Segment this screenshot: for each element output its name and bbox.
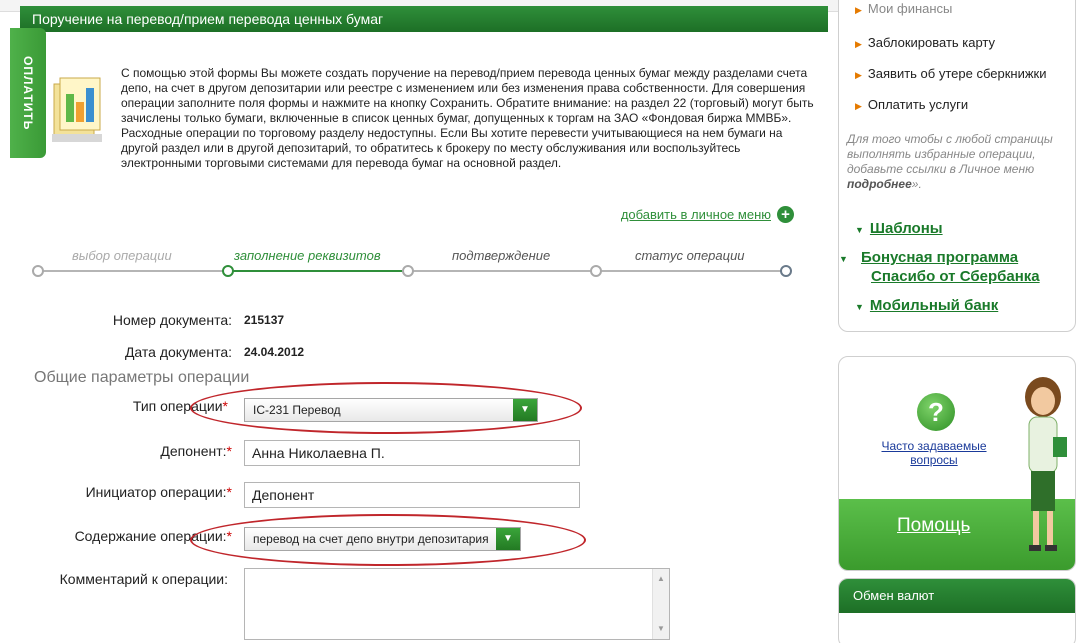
hint-text: Для того чтобы с любой страницы выполнят… bbox=[847, 132, 1053, 176]
personal-menu-hint: Для того чтобы с любой страницы выполнят… bbox=[847, 132, 1057, 192]
doc-number-label: Номер документа: bbox=[112, 312, 232, 328]
required-mark: * bbox=[226, 528, 232, 544]
sidebar-link-mobile-bank[interactable]: ▼ Мобильный банк bbox=[855, 297, 998, 316]
sidebar-item-label: Оплатить услуги bbox=[867, 97, 969, 112]
initiator-label-text: Инициатор операции: bbox=[85, 484, 227, 500]
triangle-down-icon: ▼ bbox=[855, 225, 864, 235]
sidebar-item-block-card[interactable]: ▶ Заблокировать карту bbox=[855, 35, 995, 50]
step-label-status: статус операции bbox=[635, 248, 745, 263]
bullet-icon: ▶ bbox=[855, 5, 862, 15]
doc-date-value: 24.04.2012 bbox=[244, 345, 305, 359]
main-content: Поручение на перевод/прием перевода ценн… bbox=[0, 0, 830, 643]
sidebar-link-label: Бонусная программа Спасибо от Сбербанка bbox=[861, 249, 1040, 285]
help-panel: ? Часто задаваемые вопросы Помощь bbox=[838, 356, 1076, 571]
sidebar-item-lost-passbook[interactable]: ▶ Заявить об утере сберкнижки bbox=[855, 66, 1046, 81]
step-line bbox=[408, 270, 596, 272]
step-dot bbox=[222, 265, 234, 277]
progress-steps: выбор операции заполнение реквизитов под… bbox=[32, 248, 792, 278]
section-title: Общие параметры операции bbox=[34, 369, 250, 386]
doc-date-label: Дата документа: bbox=[124, 344, 232, 360]
currency-exchange-title: Обмен валют bbox=[839, 579, 1075, 613]
page-title: Поручение на перевод/прием перевода ценн… bbox=[20, 6, 828, 32]
step-line bbox=[228, 270, 408, 272]
content-select[interactable]: перевод на счет депо внутри депозитария … bbox=[244, 527, 521, 551]
faq-link[interactable]: Часто задаваемые вопросы bbox=[869, 439, 999, 467]
triangle-down-icon: ▼ bbox=[855, 302, 864, 312]
step-line bbox=[596, 270, 784, 272]
chevron-down-icon[interactable]: ▼ bbox=[496, 528, 520, 550]
comment-textarea[interactable]: ▲ ▼ bbox=[244, 568, 670, 640]
depositor-input[interactable]: Анна Николаевна П. bbox=[244, 440, 580, 466]
intro-text: С помощью этой формы Вы можете создать п… bbox=[121, 66, 814, 170]
documents-illustration-icon bbox=[52, 77, 102, 142]
sidebar-item-my-finances[interactable]: ▶ Мои финансы bbox=[855, 1, 952, 16]
required-mark: * bbox=[226, 443, 232, 459]
step-dot bbox=[780, 265, 792, 277]
sidebar-item-pay-services[interactable]: ▶ Оплатить услуги bbox=[855, 97, 968, 112]
step-dot bbox=[32, 265, 44, 277]
question-icon[interactable]: ? bbox=[917, 393, 955, 431]
right-sidebar: ▶ Мои финансы ▶ Заблокировать карту ▶ Заяви… bbox=[838, 0, 1076, 643]
content-value: перевод на счет депо внутри депозитария bbox=[253, 532, 489, 546]
sidebar-link-bonus[interactable]: ▼ Бонусная программа Спасибо от Сбербанка bbox=[839, 249, 1055, 286]
step-label-confirm: подтверждение bbox=[452, 248, 551, 263]
pay-side-tab-label: ОПЛАТИТЬ bbox=[21, 55, 35, 131]
required-mark: * bbox=[226, 484, 232, 500]
depositor-label-text: Депонент: bbox=[160, 443, 227, 459]
operation-type-label-text: Тип операции bbox=[132, 398, 223, 414]
plus-icon: + bbox=[777, 206, 794, 223]
help-link[interactable]: Помощь bbox=[897, 515, 970, 537]
add-to-personal-menu-link[interactable]: добавить в личное меню + bbox=[621, 206, 794, 223]
step-line bbox=[38, 270, 228, 272]
sidebar-item-label: Мои финансы bbox=[867, 1, 953, 16]
operation-type-value: IC-231 Перевод bbox=[253, 403, 341, 417]
step-label-fill: заполнение реквизитов bbox=[234, 248, 381, 263]
required-mark: * bbox=[222, 398, 228, 414]
hint-text-end: ». bbox=[911, 177, 922, 191]
comment-scrollbar[interactable]: ▲ ▼ bbox=[652, 569, 669, 639]
sidebar-link-label: Мобильный банк bbox=[869, 297, 999, 314]
initiator-label: Инициатор операции:* bbox=[20, 484, 232, 500]
chevron-down-icon[interactable]: ▼ bbox=[513, 399, 537, 421]
comment-label: Комментарий к операции: bbox=[59, 571, 228, 587]
sidebar-link-label: Шаблоны bbox=[869, 220, 943, 237]
assistant-character-icon bbox=[1025, 377, 1067, 551]
sidebar-item-label: Заблокировать карту bbox=[867, 35, 996, 50]
step-label-choose: выбор операции bbox=[72, 248, 172, 263]
sidebar-link-templates[interactable]: ▼ Шаблоны bbox=[855, 220, 943, 239]
depositor-label: Депонент:* bbox=[20, 443, 232, 459]
sidebar-menu: ▶ Мои финансы ▶ Заблокировать карту ▶ Заяви… bbox=[838, 0, 1076, 332]
currency-exchange-panel: Обмен валют bbox=[838, 578, 1076, 643]
scroll-down-icon[interactable]: ▼ bbox=[653, 621, 669, 637]
sidebar-item-label: Заявить об утере сберкнижки bbox=[867, 66, 1047, 81]
bullet-icon: ▶ bbox=[855, 101, 862, 111]
scroll-up-icon[interactable]: ▲ bbox=[653, 571, 669, 587]
doc-number-value: 215137 bbox=[244, 313, 285, 327]
operation-type-select[interactable]: IC-231 Перевод ▼ bbox=[244, 398, 538, 422]
step-dot bbox=[402, 265, 414, 277]
pay-side-tab[interactable]: ОПЛАТИТЬ bbox=[10, 28, 46, 158]
hint-more-link[interactable]: подробнее bbox=[847, 177, 912, 191]
operation-type-label: Тип операции* bbox=[20, 398, 228, 414]
bullet-icon: ▶ bbox=[855, 70, 862, 80]
bullet-icon: ▶ bbox=[855, 39, 862, 49]
add-to-personal-menu-label: добавить в личное меню bbox=[620, 207, 771, 222]
content-label-text: Содержание операции: bbox=[74, 528, 227, 544]
initiator-input[interactable]: Депонент bbox=[244, 482, 580, 508]
step-dot bbox=[590, 265, 602, 277]
content-label: Содержание операции:* bbox=[20, 528, 232, 544]
